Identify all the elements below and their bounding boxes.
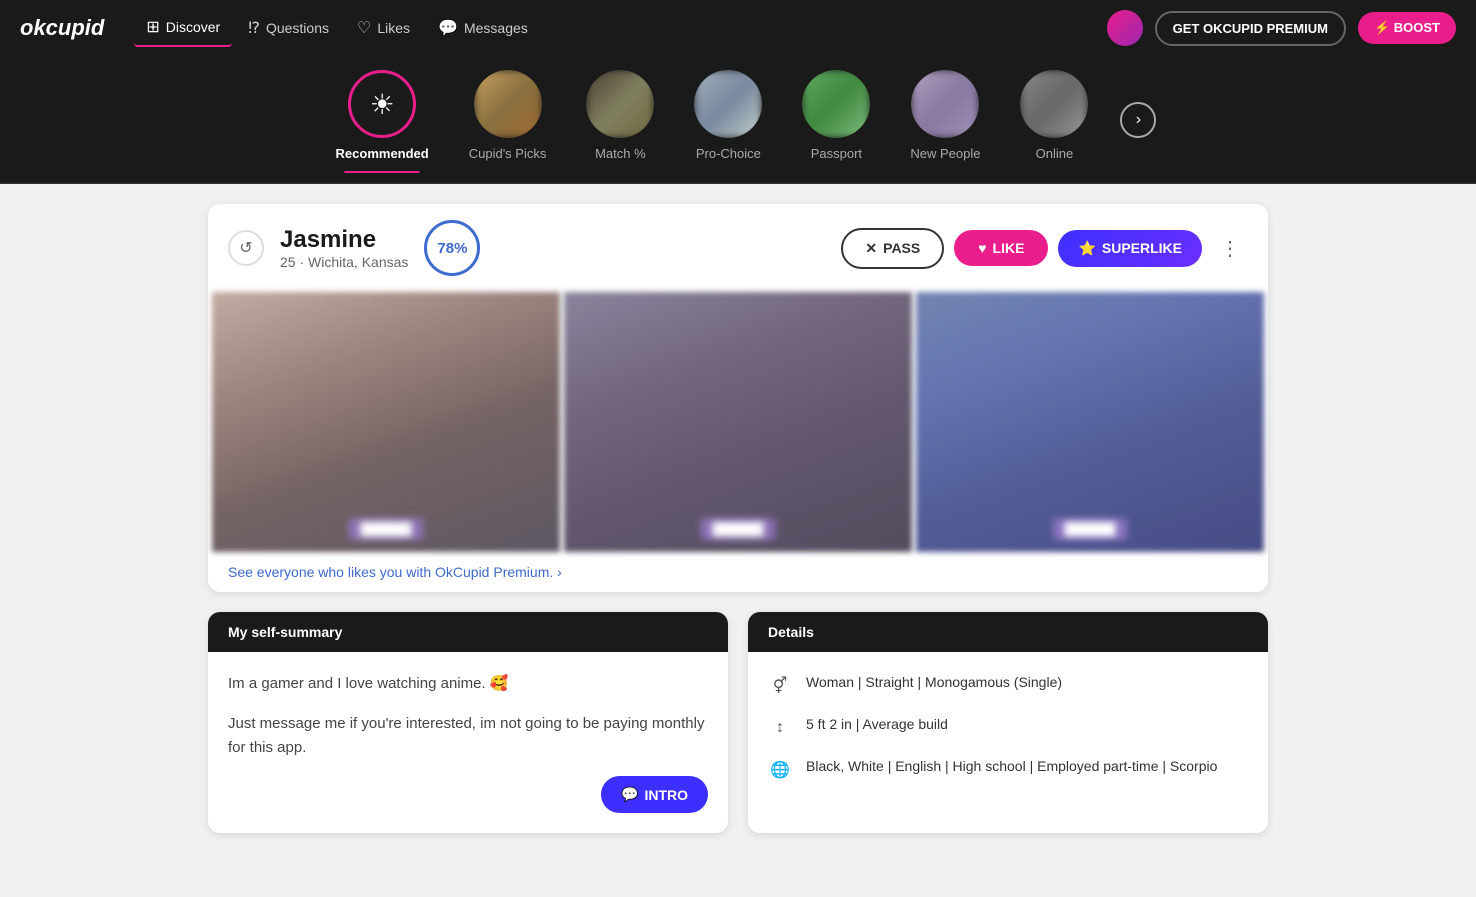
detail-height: ↕ 5 ft 2 in | Average build	[768, 714, 1248, 740]
category-passport-label: Passport	[811, 146, 862, 161]
passport-thumb	[802, 70, 870, 138]
details-list: ⚥ Woman | Straight | Monogamous (Single)…	[768, 672, 1248, 782]
logo[interactable]: okcupid	[20, 15, 104, 41]
detail-gender: ⚥ Woman | Straight | Monogamous (Single)	[768, 672, 1248, 698]
bio-details-grid: My self-summary Im a gamer and I love wa…	[208, 612, 1268, 833]
category-new-people-label: New People	[910, 146, 980, 161]
gender-icon: ⚥	[768, 674, 792, 698]
superlike-icon: ⭐	[1078, 240, 1095, 257]
bio-text-1: Im a gamer and I love watching anime. 🥰	[228, 672, 708, 696]
bio-card: My self-summary Im a gamer and I love wa…	[208, 612, 728, 833]
nav-likes[interactable]: ♡ Likes	[345, 10, 422, 46]
bio-section-header: My self-summary	[208, 612, 728, 652]
detail-background: 🌐 Black, White | English | High school |…	[768, 756, 1248, 782]
detail-background-text: Black, White | English | High school | E…	[806, 756, 1217, 777]
like-button[interactable]: ♥ LIKE	[954, 230, 1048, 266]
message-icon: 💬	[438, 18, 458, 38]
sun-icon: ☀	[370, 88, 395, 121]
match-percent-circle: 78%	[424, 220, 480, 276]
boost-button[interactable]: ⚡ BOOST	[1358, 12, 1456, 44]
profile-photo-1[interactable]: ██████	[212, 292, 560, 552]
action-buttons: ✕ PASS ♥ LIKE ⭐ SUPERLIKE ⋮	[841, 228, 1248, 269]
header-right: GET OKCUPID PREMIUM ⚡ BOOST	[1107, 10, 1456, 46]
category-cupids-picks[interactable]: Cupid's Picks	[453, 66, 563, 173]
nav-discover[interactable]: ⊞ Discover	[134, 9, 232, 47]
x-icon: ✕	[865, 240, 877, 257]
profile-photo-3[interactable]: ██████	[916, 292, 1264, 552]
details-card: Details ⚥ Woman | Straight | Monogamous …	[748, 612, 1268, 833]
more-options-button[interactable]: ⋮	[1212, 232, 1248, 265]
globe-icon: 🌐	[768, 758, 792, 782]
category-next-button[interactable]: ›	[1120, 102, 1156, 138]
heart-icon: ♥	[978, 240, 986, 256]
main-nav: ⊞ Discover ⁉ Questions ♡ Likes 💬 Message…	[134, 9, 539, 47]
category-cupids-picks-label: Cupid's Picks	[469, 146, 547, 161]
photo-grid: ██████ ██████ ██████	[208, 292, 1268, 552]
questions-icon: ⁉	[248, 18, 260, 38]
category-pro-choice[interactable]: Pro-Choice	[678, 66, 778, 173]
undo-button[interactable]: ↺	[228, 230, 264, 266]
premium-button[interactable]: GET OKCUPID PREMIUM	[1155, 11, 1346, 46]
detail-height-text: 5 ft 2 in | Average build	[806, 714, 948, 735]
photo-badge-2: ██████	[700, 518, 775, 540]
category-new-people[interactable]: New People	[894, 66, 996, 173]
photo-badge-1: ██████	[348, 518, 423, 540]
user-avatar[interactable]	[1107, 10, 1143, 46]
bio-card-body: Im a gamer and I love watching anime. 🥰 …	[208, 652, 728, 833]
cupids-picks-thumb	[474, 70, 542, 138]
match-thumb	[586, 70, 654, 138]
category-recommended[interactable]: ☀ Recommended	[320, 66, 445, 173]
nav-discover-label: Discover	[166, 19, 220, 35]
nav-likes-label: Likes	[377, 20, 410, 36]
nav-questions[interactable]: ⁉ Questions	[236, 10, 341, 46]
nav-messages[interactable]: 💬 Messages	[426, 10, 540, 46]
category-match[interactable]: Match %	[570, 66, 670, 173]
profile-photo-2[interactable]: ██████	[564, 292, 912, 552]
main-content: ↺ Jasmine 25 · Wichita, Kansas 78% ✕ PAS…	[188, 184, 1288, 853]
category-nav: ☀ Recommended Cupid's Picks Match % Pro-…	[0, 56, 1476, 184]
chat-icon: 💬	[621, 786, 638, 803]
bio-text-2: Just message me if you're interested, im…	[228, 712, 708, 760]
intro-button[interactable]: 💬 INTRO	[601, 776, 708, 813]
nav-messages-label: Messages	[464, 20, 528, 36]
category-passport[interactable]: Passport	[786, 66, 886, 173]
profile-card: ↺ Jasmine 25 · Wichita, Kansas 78% ✕ PAS…	[208, 204, 1268, 592]
profile-age-location: 25 · Wichita, Kansas	[280, 254, 408, 270]
heart-outline-icon: ♡	[357, 18, 371, 38]
category-recommended-label: Recommended	[336, 146, 429, 161]
category-match-label: Match %	[595, 146, 646, 161]
category-online[interactable]: Online	[1004, 66, 1104, 173]
online-thumb	[1020, 70, 1088, 138]
profile-header: ↺ Jasmine 25 · Wichita, Kansas 78% ✕ PAS…	[208, 204, 1268, 292]
pass-button[interactable]: ✕ PASS	[841, 228, 944, 269]
pro-choice-thumb	[694, 70, 762, 138]
photo-badge-3: ██████	[1052, 518, 1127, 540]
nav-questions-label: Questions	[266, 20, 329, 36]
category-pro-choice-label: Pro-Choice	[696, 146, 761, 161]
detail-gender-text: Woman | Straight | Monogamous (Single)	[806, 672, 1062, 693]
details-card-body: ⚥ Woman | Straight | Monogamous (Single)…	[748, 652, 1268, 802]
header: okcupid ⊞ Discover ⁉ Questions ♡ Likes 💬…	[0, 0, 1476, 56]
category-online-label: Online	[1036, 146, 1074, 161]
discover-icon: ⊞	[146, 17, 159, 37]
profile-name-block: Jasmine 25 · Wichita, Kansas	[280, 226, 408, 270]
likes-promo[interactable]: See everyone who likes you with OkCupid …	[208, 552, 1268, 592]
recommended-thumb: ☀	[348, 70, 416, 138]
height-icon: ↕	[768, 716, 792, 740]
new-people-thumb	[911, 70, 979, 138]
details-section-header: Details	[748, 612, 1268, 652]
superlike-button[interactable]: ⭐ SUPERLIKE	[1058, 230, 1202, 267]
profile-name: Jasmine	[280, 226, 408, 254]
